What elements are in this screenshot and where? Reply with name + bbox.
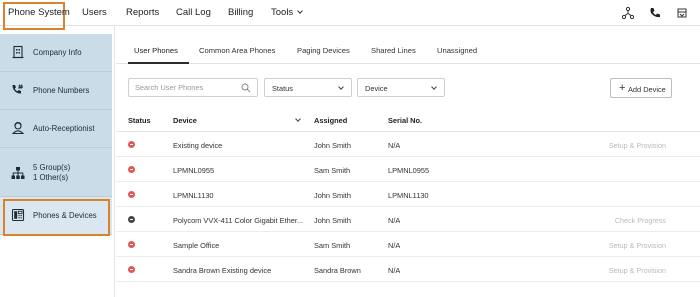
plus-icon: + [619,82,626,94]
column-header-status[interactable]: Status [128,116,151,125]
sidebar-item-sublabel: 1 Other(s) [33,173,69,182]
sidebar-item-label: Auto-Receptionist [33,124,95,133]
nav-phone-system[interactable]: Phone System [8,7,70,18]
chevron-down-icon [338,84,344,90]
assigned-cell: Sam Smith [314,241,351,250]
assigned-cell: John Smith [314,216,351,225]
assigned-cell: John Smith [314,191,351,200]
sidebar-item-company-info[interactable]: Company Info [0,34,112,72]
active-sidebar-highlight [3,199,110,236]
app-window: Phone System Users Reports Call Log Bill… [0,0,700,297]
column-header-serial[interactable]: Serial No. [388,116,422,125]
serial-cell: N/A [388,241,401,250]
status-filter-value: Status [272,84,293,93]
column-header-assigned[interactable]: Assigned [314,116,347,125]
column-header-device[interactable]: Device [173,116,197,125]
tab-shared-lines[interactable]: Shared Lines [371,46,416,55]
add-device-button[interactable]: + Add Device [610,78,672,98]
nav-call-log[interactable]: Call Log [176,7,211,18]
receptionist-icon [11,122,25,135]
setup-provision-link[interactable]: Setup & Provision [609,266,666,275]
table-row[interactable]: LPMNL1130 John Smith LPMNL1130 [116,182,700,207]
error-status-icon [128,141,135,148]
nav-reports[interactable]: Reports [126,7,159,18]
phone-numbers-icon [12,84,23,94]
serial-cell: LPMNL1130 [388,191,429,200]
device-cell[interactable]: Sample Office [173,241,308,250]
sidebar-item-auto-receptionist[interactable]: Auto-Receptionist [0,110,112,148]
sidebar-item-label: Phone Numbers [33,86,90,95]
search-input[interactable] [129,79,235,96]
chevron-down-icon [297,8,304,14]
setup-provision-link[interactable]: Setup & Provision [609,241,666,250]
device-cell[interactable]: LPMNL1130 [173,191,308,200]
nav-tools[interactable]: Tools [271,7,304,18]
chevron-down-icon [431,84,437,90]
tab-common-area-phones[interactable]: Common Area Phones [199,46,275,55]
active-tab-indicator [128,62,189,64]
notifications-icon[interactable] [675,6,689,20]
device-filter-select[interactable]: Device [357,78,445,97]
table-row[interactable]: Existing device John Smith N/A Setup & P… [116,132,700,157]
assigned-cell: John Smith [314,141,351,150]
nav-billing[interactable]: Billing [228,7,253,18]
table-row[interactable]: Polycom VVX-411 Color Gigabit Ether... J… [116,207,700,232]
serial-cell: N/A [388,266,401,275]
error-status-icon [128,166,135,173]
serial-cell: LPMNL0955 [388,166,430,175]
building-icon [12,45,24,59]
device-cell[interactable]: LPMNL0955 [173,166,308,175]
nav-tools-label: Tools [271,7,294,18]
add-device-label: Add Device [628,85,666,94]
device-cell[interactable]: Existing device [173,141,308,150]
search-box [128,78,258,97]
serial-cell: N/A [388,141,401,150]
setup-provision-link[interactable]: Setup & Provision [609,141,666,150]
sidebar-item-label: Company Info [33,48,82,57]
tab-unassigned[interactable]: Unassigned [437,46,477,55]
search-icon[interactable] [241,83,251,93]
status-filter-select[interactable]: Status [264,78,352,97]
in-progress-status-icon [128,216,135,223]
table-row[interactable]: Sample Office Sam Smith N/A Setup & Prov… [116,232,700,257]
sidebar-divider [114,26,115,297]
toolbar: Status Device + Add Device [116,78,700,100]
table-header: Status Device Assigned Serial No. [116,110,700,132]
sidebar-item-label: 5 Group(s) [33,163,71,172]
hierarchy-icon [11,167,25,179]
error-status-icon [128,191,135,198]
assigned-cell: Sandra Brown [314,266,361,275]
network-icon[interactable] [621,6,635,20]
table-row[interactable]: Sandra Brown Existing device Sandra Brow… [116,257,700,282]
device-filter-value: Device [365,84,388,93]
sort-chevron-icon[interactable] [295,116,301,122]
top-navigation: Phone System Users Reports Call Log Bill… [0,0,700,30]
tab-user-phones[interactable]: User Phones [134,46,178,55]
serial-cell: N/A [388,216,401,225]
table-row[interactable]: LPMNL0955 Sam Smith LPMNL0955 [116,157,700,182]
sidebar-item-phone-numbers[interactable]: Phone Numbers [0,72,112,110]
phone-icon[interactable] [648,6,662,20]
main-panel: User Phones Common Area Phones Paging De… [116,34,700,297]
device-cell[interactable]: Polycom VVX-411 Color Gigabit Ether... [173,216,311,225]
error-status-icon [128,241,135,248]
tab-paging-devices[interactable]: Paging Devices [297,46,350,55]
nav-users[interactable]: Users [82,7,107,18]
sidebar-item-groups[interactable]: 5 Group(s) 1 Other(s) [0,148,112,197]
assigned-cell: Sam Smith [314,166,351,175]
error-status-icon [128,266,135,273]
device-cell[interactable]: Sandra Brown Existing device [173,266,308,275]
check-progress-link[interactable]: Check Progress [615,216,666,225]
device-tabs: User Phones Common Area Phones Paging De… [116,34,700,64]
